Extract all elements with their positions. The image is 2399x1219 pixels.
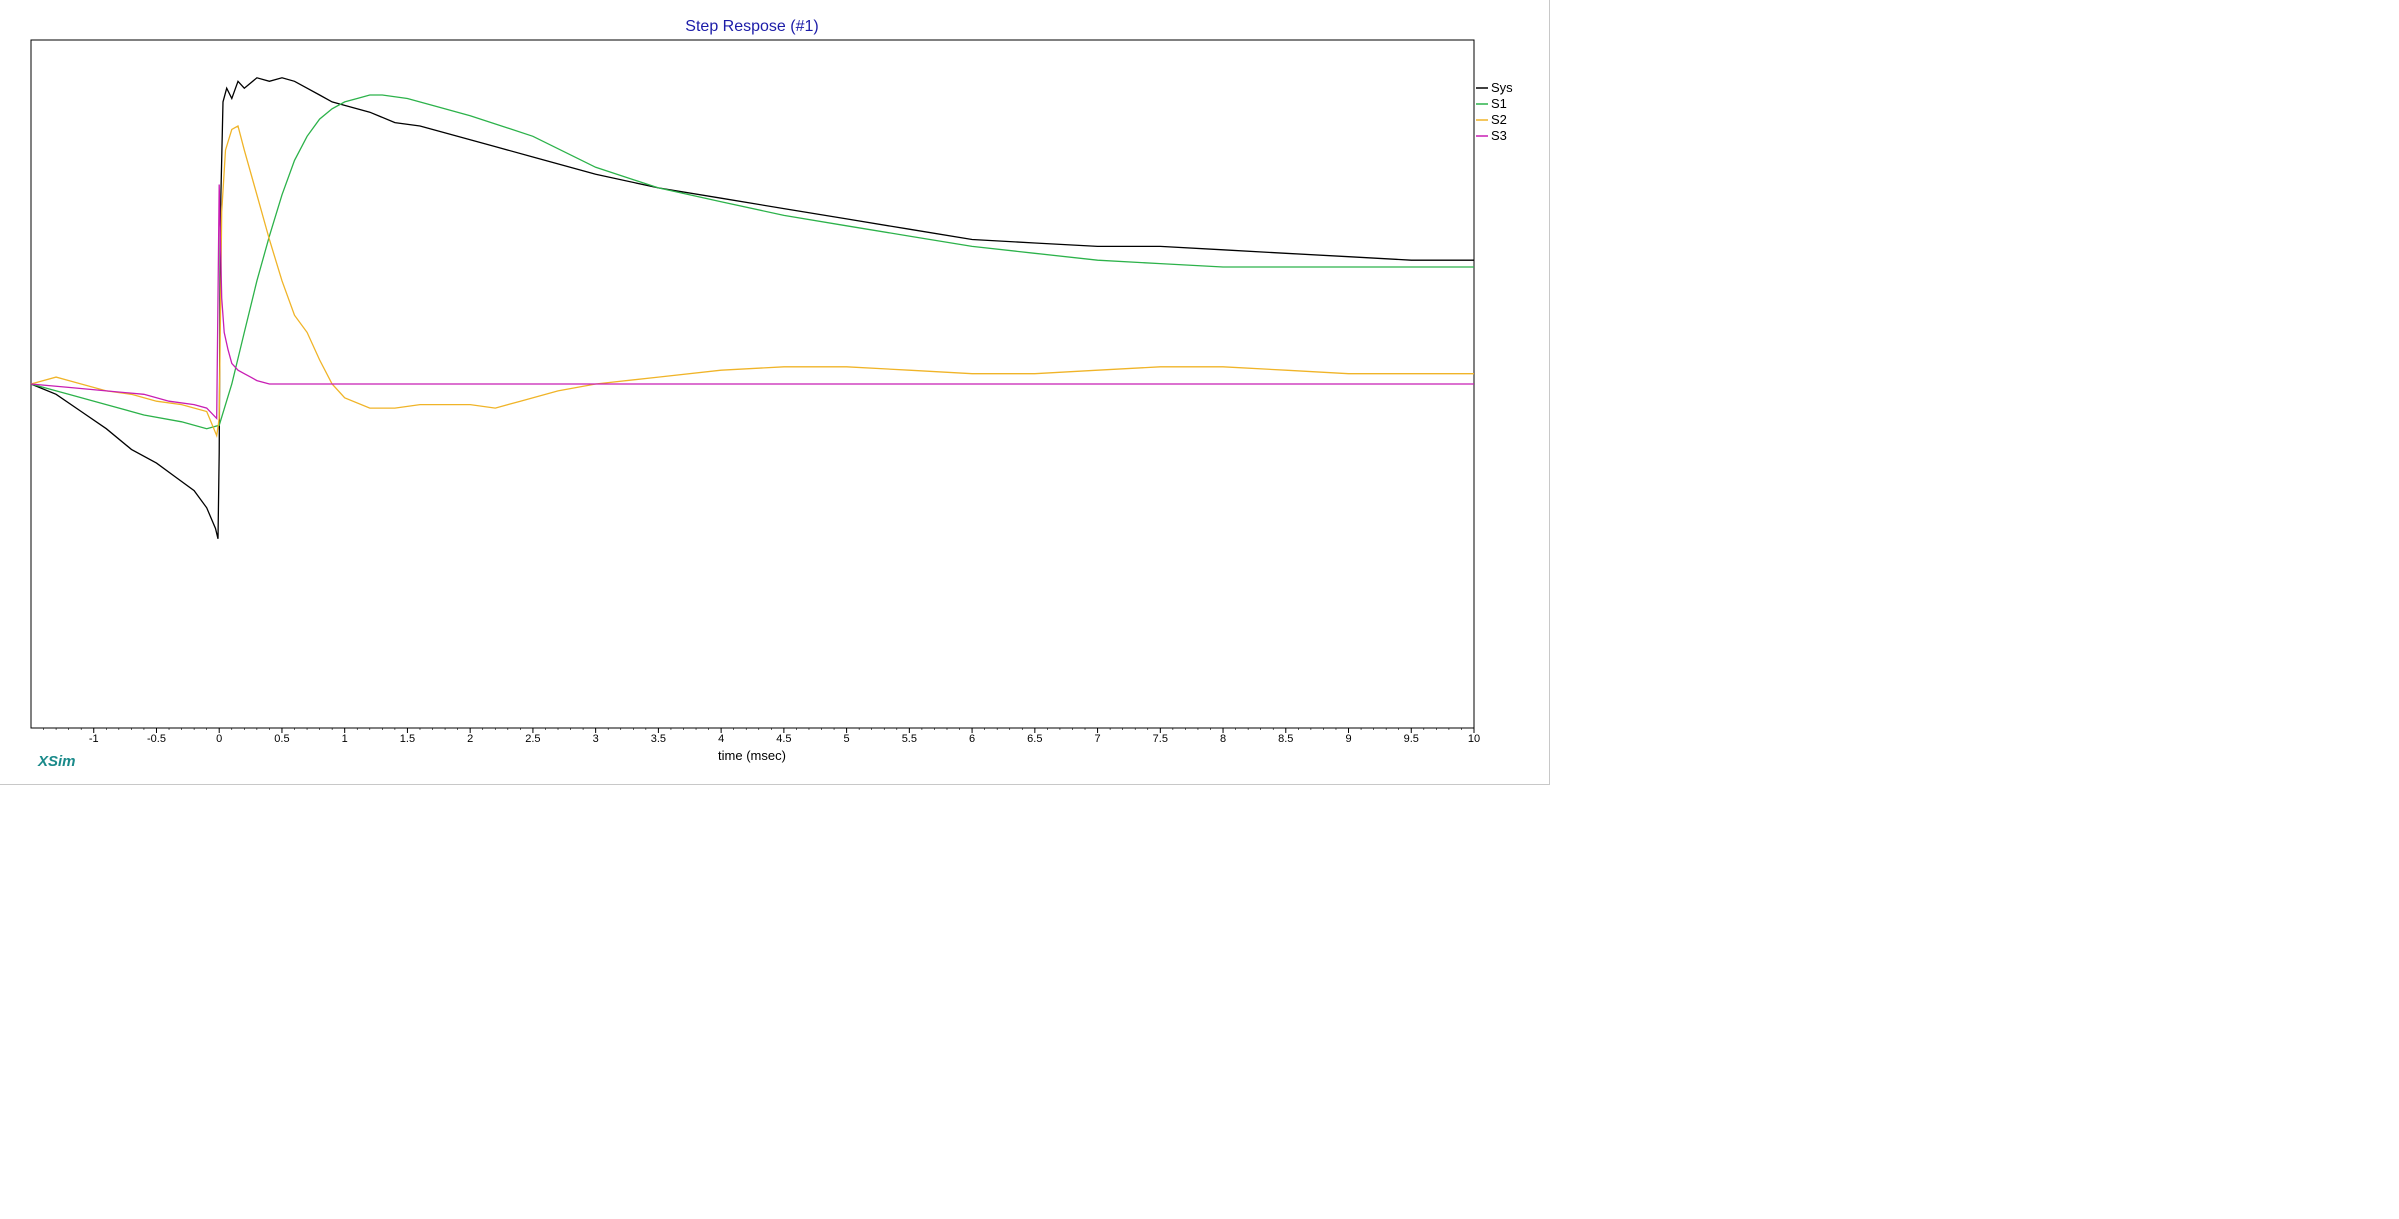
x-tick-label: 8 bbox=[1220, 733, 1226, 745]
x-tick-label: -0.5 bbox=[147, 733, 166, 745]
legend-label-sys: Sys bbox=[1491, 80, 1513, 95]
x-tick-label: -1 bbox=[89, 733, 99, 745]
x-tick-label: 7.5 bbox=[1153, 733, 1168, 745]
x-tick-label: 7 bbox=[1095, 733, 1101, 745]
x-tick-label: 8.5 bbox=[1278, 733, 1293, 745]
chart-window: Step Respose (#1) -1 -0.5 0 0.5 1 1.5 2 2.5 3 3.5… bbox=[0, 0, 1550, 785]
x-tick-label: 2.5 bbox=[525, 733, 540, 745]
legend-label-s2: S2 bbox=[1491, 112, 1507, 127]
legend: SysS1S2S3 bbox=[1476, 80, 1513, 143]
x-tick-label: 10 bbox=[1468, 733, 1480, 745]
x-tick-label: 1.5 bbox=[400, 733, 415, 745]
x-tick-label: 4 bbox=[718, 733, 724, 745]
xsim-logo: XSim bbox=[37, 753, 76, 770]
x-tick-label: 9 bbox=[1345, 733, 1351, 745]
x-tick-label: 6 bbox=[969, 733, 975, 745]
chart-title: Step Respose (#1) bbox=[685, 18, 818, 35]
x-tick-label: 1 bbox=[342, 733, 348, 745]
x-tick-label: 9.5 bbox=[1404, 733, 1419, 745]
legend-label-s3: S3 bbox=[1491, 128, 1507, 143]
x-tick-label: 3 bbox=[593, 733, 599, 745]
x-tick-label: 5 bbox=[844, 733, 850, 745]
x-tick-label: 0.5 bbox=[274, 733, 289, 745]
x-tick-label: 0 bbox=[216, 733, 222, 745]
x-axis: -1 -0.5 0 0.5 1 1.5 2 2.5 3 3.5 4 4.5 5 5.5 6 6.5 7 7.5 8 8… bbox=[43, 728, 1480, 745]
x-tick-label: 4.5 bbox=[776, 733, 791, 745]
x-tick-label: 3.5 bbox=[651, 733, 666, 745]
step-response-chart: Step Respose (#1) -1 -0.5 0 0.5 1 1.5 2 2.5 3 3.5… bbox=[30, 18, 1513, 770]
x-axis-label: time (msec) bbox=[718, 748, 786, 763]
x-tick-label: 5.5 bbox=[902, 733, 917, 745]
legend-label-s1: S1 bbox=[1491, 96, 1507, 111]
x-tick-label: 6.5 bbox=[1027, 733, 1042, 745]
x-tick-label: 2 bbox=[467, 733, 473, 745]
